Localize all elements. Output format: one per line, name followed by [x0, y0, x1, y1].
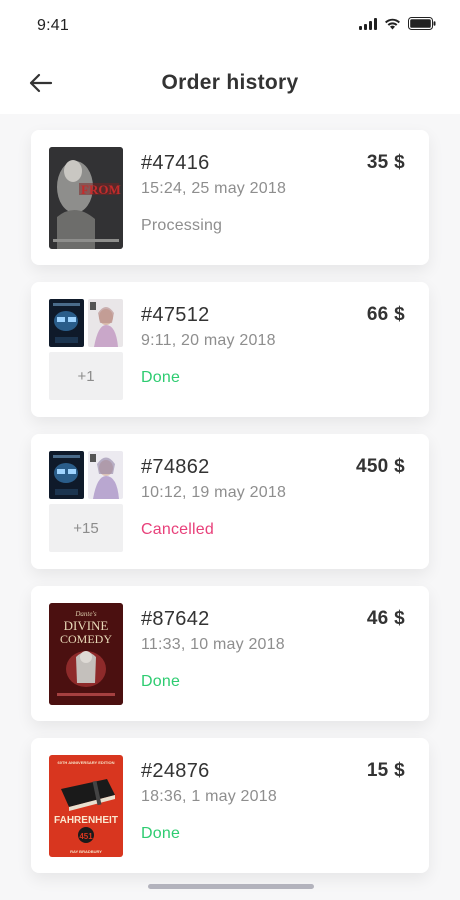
order-status: Done [141, 825, 181, 842]
order-id: #47416 [141, 152, 210, 174]
order-card[interactable]: Dante's DIVINE COMEDY #87642 11:33, 10 m… [31, 586, 429, 721]
order-thumbnail: +1 [49, 299, 123, 401]
cover-text-line: DIVINE [64, 618, 109, 633]
order-card[interactable]: +15 #74862 10:12, 19 may 2018 Cancelled … [31, 434, 429, 569]
order-date: 11:33, 10 may 2018 [141, 636, 285, 653]
cover-text-line: 60TH ANNIVERSARY EDITION [58, 760, 115, 765]
order-id: #24876 [141, 760, 210, 782]
more-items-count: +15 [49, 504, 123, 552]
book-cover-image: FROM HELL [49, 147, 123, 249]
order-thumbnail: +15 [49, 451, 123, 553]
order-price: 35 $ [366, 152, 405, 173]
order-price: 450 $ [355, 456, 405, 477]
wifi-icon [385, 18, 400, 29]
book-cover-image: Dante's DIVINE COMEDY [49, 603, 123, 705]
order-price: 15 $ [366, 760, 405, 781]
order-status: Cancelled [141, 521, 214, 538]
order-date: 15:24, 25 may 2018 [141, 180, 287, 197]
order-status: Done [141, 673, 181, 690]
order-thumbnail: 60TH ANNIVERSARY EDITION FAHRENHEIT 451 … [49, 755, 123, 857]
status-time: 9:41 [37, 17, 69, 34]
book-cover-image [88, 299, 123, 347]
order-list: FROM HELL #47416 15:24, 25 may 2018 Proc… [31, 130, 429, 890]
order-price: 46 $ [366, 608, 405, 629]
cover-text-line: Dante's [74, 610, 97, 618]
book-cover-image [88, 451, 123, 499]
book-cover-image [49, 451, 84, 499]
battery-icon [408, 17, 436, 30]
status-icons [359, 17, 436, 30]
header: Order history [0, 52, 460, 114]
cover-text-line: 451 [79, 832, 93, 841]
order-status: Processing [141, 217, 223, 234]
status-bar: 9:41 [0, 0, 460, 52]
order-thumbnail: FROM HELL [49, 147, 123, 249]
home-indicator[interactable] [148, 884, 314, 889]
cover-text-line: FAHRENHEIT [54, 815, 118, 826]
order-status: Done [141, 369, 181, 386]
more-items-count: +1 [49, 352, 123, 400]
book-cover-image: 60TH ANNIVERSARY EDITION FAHRENHEIT 451 … [49, 755, 123, 857]
order-card[interactable]: FROM HELL #47416 15:24, 25 may 2018 Proc… [31, 130, 429, 265]
page-title: Order history [161, 71, 299, 94]
cover-text-line: COMEDY [60, 632, 112, 646]
order-date: 18:36, 1 may 2018 [141, 788, 277, 805]
signal-icon [359, 17, 377, 30]
order-date: 9:11, 20 may 2018 [141, 332, 276, 349]
order-date: 10:12, 19 may 2018 [141, 484, 287, 501]
order-card[interactable]: 60TH ANNIVERSARY EDITION FAHRENHEIT 451 … [31, 738, 429, 873]
cover-text-line: RAY BRADBURY [70, 849, 102, 854]
order-id: #74862 [141, 456, 210, 478]
order-card[interactable]: +1 #47512 9:11, 20 may 2018 Done 66 $ [31, 282, 429, 417]
order-id: #47512 [141, 304, 210, 326]
cover-title-text: FROM HELL [81, 182, 123, 197]
order-price: 66 $ [366, 304, 405, 325]
order-thumbnail: Dante's DIVINE COMEDY [49, 603, 123, 705]
order-id: #87642 [141, 608, 210, 630]
book-cover-image [49, 299, 84, 347]
